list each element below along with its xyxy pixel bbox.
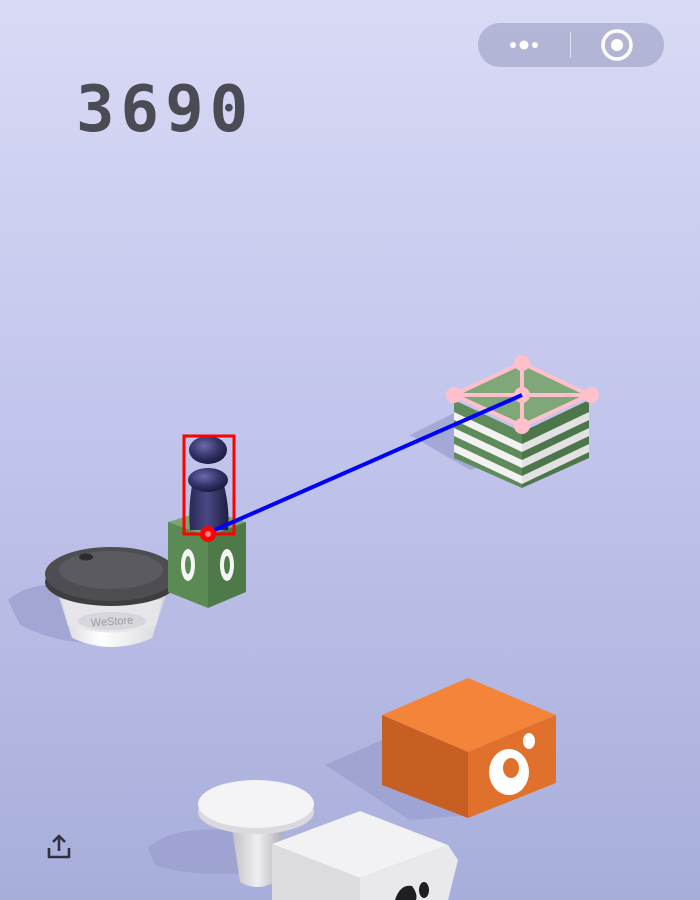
player-piece (188, 436, 229, 530)
target-circle-icon (601, 29, 633, 61)
more-dots-icon (510, 40, 538, 50)
mini-program-capsule (478, 23, 664, 67)
more-options-button[interactable] (478, 23, 570, 67)
close-mini-program-button[interactable] (571, 23, 663, 67)
share-button[interactable] (44, 832, 74, 862)
share-upload-icon (47, 834, 71, 859)
score-display: 3690 (76, 73, 255, 147)
